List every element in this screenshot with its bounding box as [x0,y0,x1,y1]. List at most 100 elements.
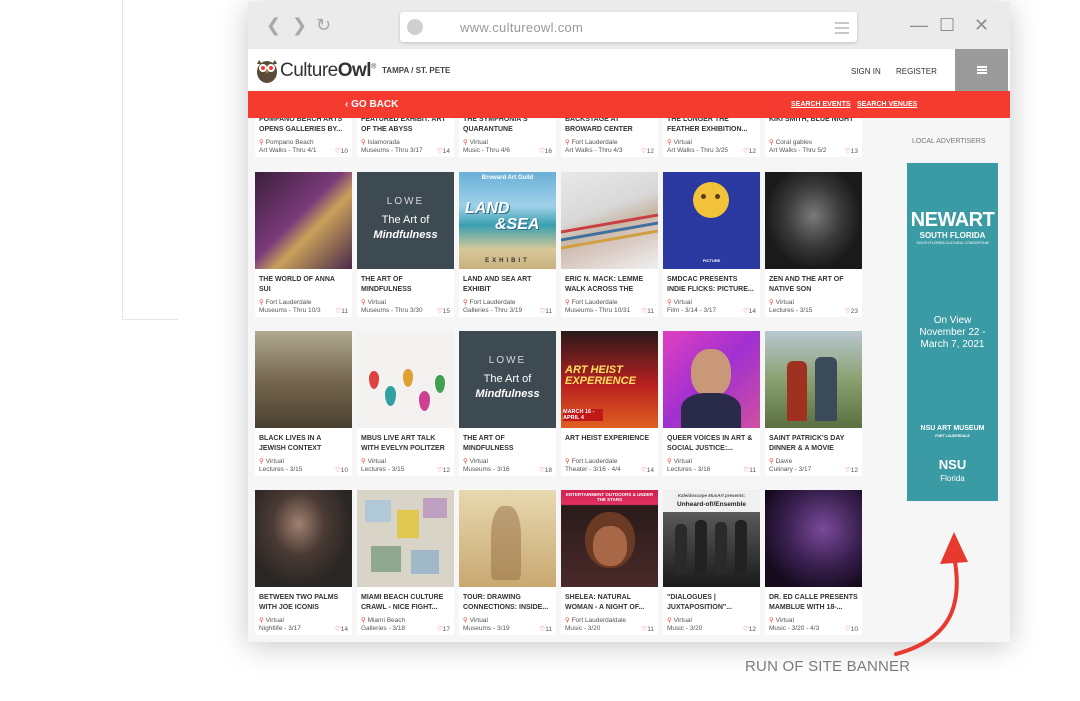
event-title[interactable]: MIAMI BEACH CULTURE CRAWL - NICE FIGHT..… [361,593,450,613]
event-meta: Art Walks - Thru 4/1 ♡10 [259,147,348,155]
event-image[interactable]: LOWE The Art of Mindfulness [459,331,556,428]
event-image[interactable] [255,172,352,269]
event-image[interactable] [459,490,556,587]
search-venues-link[interactable]: SEARCH VENUES [857,101,917,108]
event-meta: Lectures - 3/15 ♡12 [361,466,450,474]
event-image[interactable] [765,490,862,587]
event-meta: Music - 3/20 - 4/3 ♡10 [769,625,858,633]
event-card[interactable]: ERIC N. MACK: LEMME WALK ACROSS THE ROOM… [561,172,658,317]
event-card[interactable]: ART HEIST EXPERIENCE MARCH 16 - APRIL 4 … [561,331,658,476]
event-meta: Lectures - 3/15 ♡23 [769,307,858,315]
event-location: ⚲ Fort Lauderdale [565,139,618,146]
event-card[interactable]: ENTERTAINMENT OUTDOORS & UNDER THE STARS… [561,490,658,635]
event-card[interactable]: QUEER VOICES IN ART & SOCIAL JUSTICE:...… [663,331,760,476]
event-title[interactable]: TOUR: DRAWING CONNECTIONS: INSIDE... [463,593,552,613]
event-title[interactable]: THE ART OF MINDFULNESS [361,275,450,295]
pin-icon: ⚲ [463,299,468,306]
maximize-icon[interactable]: ☐ [939,16,955,34]
event-card[interactable]: FEATURED EXHIBIT: ART OF THE ABYSS ⚲ Isl… [357,118,454,157]
city-selector[interactable]: TAMPA / ST. PETE [382,66,450,75]
event-image[interactable]: PICTURE [663,172,760,269]
event-title[interactable]: BLACK LIVES IN A JEWISH CONTEXT COLOR AN… [259,434,348,454]
event-card[interactable]: Kaleidoscope MusArt presents: Unheard-of… [663,490,760,635]
event-card[interactable]: THE WORLD OF ANNA SUI ⚲ Fort Lauderdale … [255,172,352,317]
close-icon[interactable]: ✕ [974,16,989,34]
address-bar[interactable]: www.cultureowl.com [400,12,857,42]
search-events-link[interactable]: SEARCH EVENTS [791,101,851,108]
event-card[interactable]: LOWE The Art of Mindfulness THE ART OF M… [357,172,454,317]
reload-icon[interactable]: ↻ [316,16,331,34]
event-card[interactable]: KIKI SMITH, BLUE NIGHT ⚲ Coral gables Ar… [765,118,862,157]
event-title[interactable]: SMDCAC PRESENTS INDIE FLICKS: PICTURE... [667,275,756,295]
pin-icon: ⚲ [667,139,672,146]
event-image[interactable]: ENTERTAINMENT OUTDOORS & UNDER THE STARS [561,490,658,587]
event-image[interactable]: ART HEIST EXPERIENCE MARCH 16 - APRIL 4 [561,331,658,428]
back-icon[interactable]: ❮ [266,16,281,34]
event-title[interactable]: SAINT PATRICK'S DAY DINNER & A MOVIE [769,434,858,454]
event-card[interactable]: MIAMI BEACH CULTURE CRAWL - NICE FIGHT..… [357,490,454,635]
event-location: ⚲ Virtual [463,458,488,465]
event-card[interactable]: MBUS LIVE ART TALK WITH EVELYN POLITZER … [357,331,454,476]
event-title[interactable]: DR. ED CALLE PRESENTS MAMBLUE WITH 18-..… [769,593,858,613]
event-image[interactable] [255,490,352,587]
event-image[interactable]: Broward Art Guild LAND &SEA EXHIBIT [459,172,556,269]
event-card[interactable]: THE SYMPHONIA'S QUARANTUNE TUESDAYS ⚲ Vi… [459,118,556,157]
event-title[interactable]: THE ART OF MINDFULNESS [463,434,552,454]
event-card[interactable]: SAINT PATRICK'S DAY DINNER & A MOVIE ⚲ D… [765,331,862,476]
event-title[interactable]: FEATURED EXHIBIT: ART OF THE ABYSS [361,118,450,135]
event-card[interactable]: ZEN AND THE ART OF NATIVE SON ⚲ Virtual … [765,172,862,317]
event-title[interactable]: ART HEIST EXPERIENCE [565,434,654,454]
site-logo[interactable]: CultureOwl® [280,60,376,82]
go-back-link[interactable]: ‹ GO BACK [345,99,398,110]
menu-button[interactable] [955,49,1008,91]
event-title[interactable]: BETWEEN TWO PALMS WITH JOE ICONIS [259,593,348,613]
advertiser-banner[interactable]: NEWART SOUTH FLORIDA SOUTH FLORIDA CULTU… [907,163,998,501]
event-title[interactable]: ZEN AND THE ART OF NATIVE SON [769,275,858,295]
event-image[interactable] [357,331,454,428]
pin-icon: ⚲ [667,617,672,624]
event-image[interactable] [765,172,862,269]
event-title[interactable]: QUEER VOICES IN ART & SOCIAL JUSTICE:... [667,434,756,454]
event-title[interactable]: THE LONGER THE FEATHER EXHIBITION... [667,118,756,135]
event-title[interactable]: BACKSTAGE AT BROWARD CENTER TOURS [565,118,654,135]
event-image[interactable] [561,172,658,269]
event-image[interactable] [255,331,352,428]
event-title[interactable]: KIKI SMITH, BLUE NIGHT [769,118,858,135]
event-card[interactable]: TOUR: DRAWING CONNECTIONS: INSIDE... ⚲ V… [459,490,556,635]
event-location: ⚲ Virtual [769,617,794,624]
event-image[interactable] [765,331,862,428]
event-title[interactable]: MBUS LIVE ART TALK WITH EVELYN POLITZER [361,434,450,454]
event-card[interactable]: PICTURE SMDCAC PRESENTS INDIE FLICKS: PI… [663,172,760,317]
owl-logo-icon[interactable] [256,57,278,83]
register-link[interactable]: REGISTER [896,67,937,76]
forward-icon[interactable]: ❯ [292,16,307,34]
pin-icon: ⚲ [361,458,366,465]
url-text[interactable]: www.cultureowl.com [460,20,583,35]
event-title[interactable]: POMPANO BEACH ARTS OPENS GALLERIES BY... [259,118,348,135]
event-title[interactable]: LAND AND SEA ART EXHIBIT [463,275,552,295]
event-card[interactable]: BACKSTAGE AT BROWARD CENTER TOURS ⚲ Fort… [561,118,658,157]
event-meta: Music - 3/20 ♡12 [667,625,756,633]
event-card[interactable]: BLACK LIVES IN A JEWISH CONTEXT COLOR AN… [255,331,352,476]
event-image[interactable]: LOWE The Art of Mindfulness [357,172,454,269]
event-image[interactable]: Kaleidoscope MusArt presents: Unheard-of… [663,490,760,587]
event-card[interactable]: DR. ED CALLE PRESENTS MAMBLUE WITH 18-..… [765,490,862,635]
event-location: ⚲ Virtual [259,458,284,465]
event-card[interactable]: LOWE The Art of Mindfulness THE ART OF M… [459,331,556,476]
event-title[interactable]: SHELEA: NATURAL WOMAN - A NIGHT OF... [565,593,654,613]
event-title[interactable]: ERIC N. MACK: LEMME WALK ACROSS THE ROOM [565,275,654,295]
event-location: ⚲ Virtual [667,139,692,146]
event-title[interactable]: THE SYMPHONIA'S QUARANTUNE TUESDAYS [463,118,552,135]
event-title[interactable]: THE WORLD OF ANNA SUI [259,275,348,295]
event-title[interactable]: "DIALOGUES | JUXTAPOSITION"... [667,593,756,613]
event-card[interactable]: POMPANO BEACH ARTS OPENS GALLERIES BY...… [255,118,352,157]
event-image[interactable] [663,331,760,428]
event-card[interactable]: Broward Art Guild LAND &SEA EXHIBIT LAND… [459,172,556,317]
minimize-icon[interactable]: — [910,16,928,34]
sign-in-link[interactable]: SIGN IN [851,67,881,76]
event-card[interactable]: THE LONGER THE FEATHER EXHIBITION... ⚲ V… [663,118,760,157]
event-image[interactable] [357,490,454,587]
event-card[interactable]: BETWEEN TWO PALMS WITH JOE ICONIS ⚲ Virt… [255,490,352,635]
hamburger-menu-icon[interactable] [835,22,849,37]
event-location: ⚲ Virtual [361,458,386,465]
